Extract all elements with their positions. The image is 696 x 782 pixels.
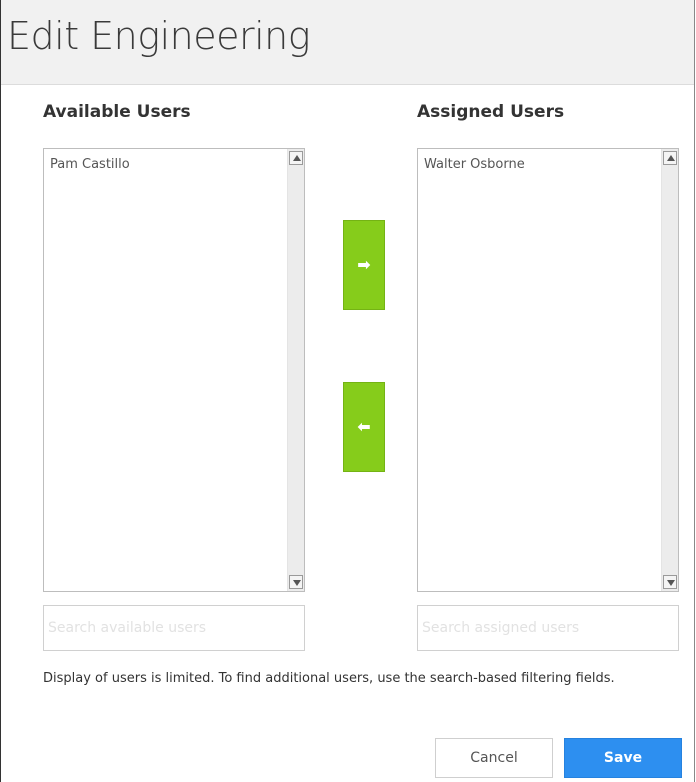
arrow-left-icon: ⬅ <box>357 417 371 436</box>
scroll-up-button[interactable] <box>663 151 677 165</box>
save-button[interactable]: Save <box>564 738 682 778</box>
available-list-scrollbar[interactable] <box>287 149 304 591</box>
edit-group-dialog: Edit Engineering Available Users Assigne… <box>0 0 695 782</box>
unassign-user-button[interactable]: ⬅ <box>343 382 385 472</box>
search-available-input[interactable] <box>43 605 305 651</box>
cancel-button[interactable]: Cancel <box>435 738 553 778</box>
available-users-list[interactable]: Pam Castillo <box>43 148 305 592</box>
assigned-users-list[interactable]: Walter Osborne <box>417 148 679 592</box>
scroll-down-button[interactable] <box>289 575 303 589</box>
scroll-up-button[interactable] <box>289 151 303 165</box>
available-users-heading: Available Users <box>43 102 191 122</box>
search-assigned-input[interactable] <box>417 605 679 651</box>
triangle-down-icon <box>293 580 301 586</box>
assigned-users-heading: Assigned Users <box>417 102 565 122</box>
limit-note: Display of users is limited. To find add… <box>43 671 615 686</box>
triangle-up-icon <box>667 155 675 161</box>
assigned-list-scrollbar[interactable] <box>661 149 678 591</box>
triangle-up-icon <box>293 155 301 161</box>
triangle-down-icon <box>667 580 675 586</box>
list-item[interactable]: Walter Osborne <box>424 157 525 172</box>
list-item[interactable]: Pam Castillo <box>50 157 130 172</box>
assign-user-button[interactable]: ➡ <box>343 220 385 310</box>
dialog-title: Edit Engineering <box>7 14 311 58</box>
scroll-down-button[interactable] <box>663 575 677 589</box>
dialog-header: Edit Engineering <box>1 0 694 85</box>
arrow-right-icon: ➡ <box>357 255 371 274</box>
